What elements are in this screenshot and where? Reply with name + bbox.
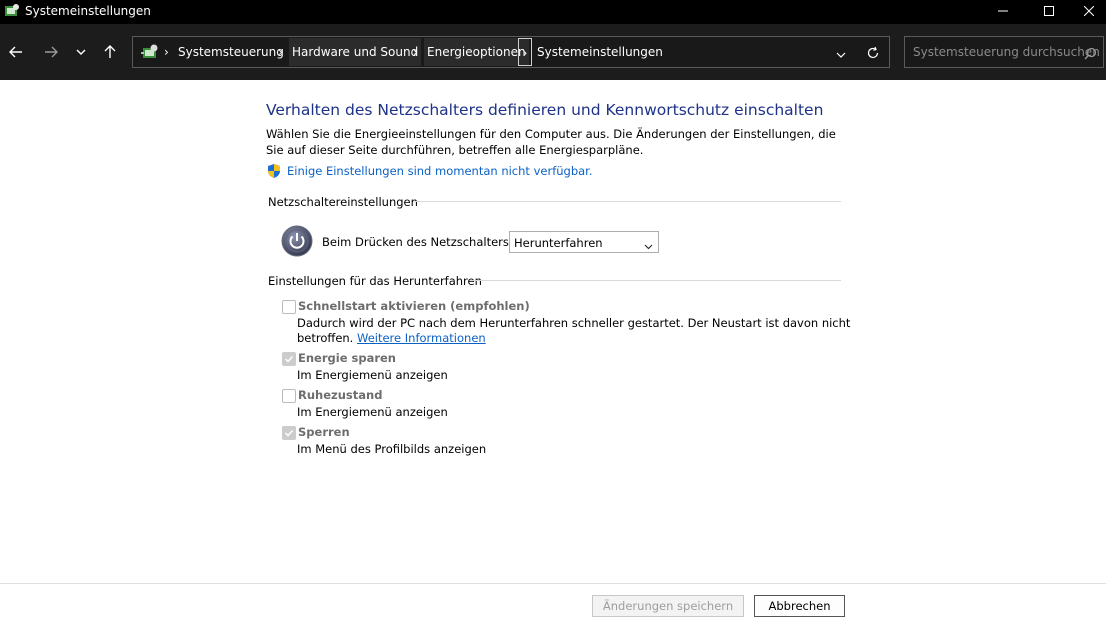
power-button-action-value: Herunterfahren <box>514 236 603 250</box>
search-icon[interactable] <box>1084 45 1097 64</box>
breadcrumb-hardware-und-sound[interactable]: Hardware und Sound <box>289 38 422 66</box>
sleep-description: Im Energiemenü anzeigen <box>297 368 448 382</box>
fast-startup-checkbox[interactable] <box>282 300 296 314</box>
search-placeholder: Systemsteuerung durchsuchen <box>913 45 1100 59</box>
breadcrumb-energieoptionen[interactable]: Energieoptionen <box>424 38 529 66</box>
content-area: Verhalten des Netzschalters definieren u… <box>0 80 1106 621</box>
fast-startup-description-end: betroffen. <box>297 331 354 345</box>
breadcrumb-separator-active[interactable]: › <box>518 38 532 66</box>
power-icon <box>281 225 313 261</box>
refresh-button[interactable] <box>866 45 880 64</box>
uac-shield-icon <box>266 163 282 183</box>
window-title: Systemeinstellungen <box>25 4 151 18</box>
checkmark-icon <box>284 355 294 363</box>
arrow-up-icon <box>104 45 116 58</box>
chevron-down-icon <box>643 237 654 256</box>
section-divider <box>413 201 841 202</box>
arrow-left-icon <box>9 46 22 58</box>
cancel-button[interactable]: Abbrechen <box>754 595 845 617</box>
back-button[interactable] <box>2 38 30 66</box>
lock-description: Im Menü des Profilbilds anzeigen <box>297 442 487 456</box>
title-bar: Systemeinstellungen <box>0 0 1106 24</box>
hibernate-description: Im Energiemenü anzeigen <box>297 405 448 419</box>
chevron-down-icon <box>76 49 86 55</box>
checkmark-icon <box>284 429 294 437</box>
breadcrumb-systemeinstellungen[interactable]: Systemeinstellungen <box>537 38 663 66</box>
breadcrumb-separator[interactable]: › <box>413 38 418 66</box>
refresh-icon <box>867 46 879 59</box>
fast-startup-description-line2: betroffen. Weitere Informationen <box>297 331 486 345</box>
fast-startup-label: Schnellstart aktivieren (empfohlen) <box>298 299 530 313</box>
breadcrumb-systemsteuerung[interactable]: Systemsteuerung <box>178 38 284 66</box>
address-bar[interactable]: › Systemsteuerung › Hardware und Sound ›… <box>132 36 890 68</box>
arrow-right-icon <box>45 46 58 58</box>
power-button-section-title: Netzschaltereinstellungen <box>268 195 418 209</box>
search-input[interactable]: Systemsteuerung durchsuchen <box>904 36 1104 68</box>
footer-divider <box>0 583 1106 584</box>
save-changes-button[interactable]: Änderungen speichern <box>592 595 744 617</box>
navigation-bar: › Systemsteuerung › Hardware und Sound ›… <box>0 24 1106 80</box>
close-button[interactable] <box>1072 0 1106 22</box>
control-panel-icon <box>141 43 159 65</box>
power-button-action-select[interactable]: Herunterfahren <box>509 231 659 253</box>
minimize-button[interactable] <box>980 0 1026 22</box>
intro-text: Wählen Sie die Energieeinstellungen für … <box>266 127 836 157</box>
fast-startup-description: Dadurch wird der PC nach dem Herunterfah… <box>297 316 851 330</box>
forward-button[interactable] <box>37 38 65 66</box>
power-button-action-label: Beim Drücken des Netzschalters: <box>322 235 513 249</box>
sleep-checkbox[interactable] <box>282 352 296 366</box>
lock-checkbox[interactable] <box>282 426 296 440</box>
breadcrumb-separator[interactable]: › <box>164 38 169 66</box>
page-title: Verhalten des Netzschalters definieren u… <box>266 101 824 119</box>
control-panel-app-icon <box>4 3 20 22</box>
hibernate-checkbox[interactable] <box>282 389 296 403</box>
shutdown-section-title: Einstellungen für das Herunterfahren <box>268 274 482 288</box>
recent-locations-button[interactable] <box>67 38 95 66</box>
chevron-down-icon <box>836 52 846 58</box>
more-info-link[interactable]: Weitere Informationen <box>357 331 486 345</box>
sleep-label: Energie sparen <box>298 351 396 365</box>
section-divider <box>470 280 841 281</box>
hibernate-label: Ruhezustand <box>298 388 383 402</box>
lock-label: Sperren <box>298 425 350 439</box>
unavailable-settings-link[interactable]: Einige Einstellungen sind momentan nicht… <box>287 164 593 178</box>
address-dropdown-button[interactable] <box>835 46 847 65</box>
breadcrumb-separator[interactable]: › <box>278 38 283 66</box>
up-button[interactable] <box>96 38 124 66</box>
maximize-button[interactable] <box>1026 0 1072 22</box>
